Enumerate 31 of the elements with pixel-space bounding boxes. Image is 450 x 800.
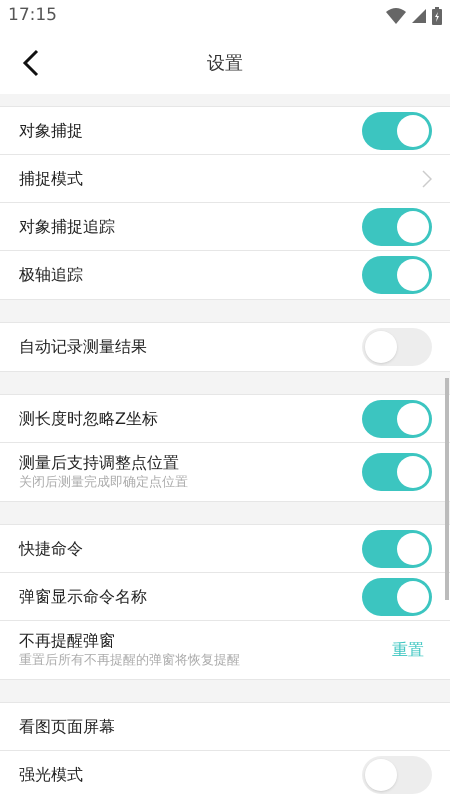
- reset-button[interactable]: 重置: [392, 638, 424, 662]
- setting-label: 看图页面屏幕: [19, 716, 115, 738]
- toggle-switch[interactable]: [362, 328, 432, 366]
- setting-label: 不再提醒弹窗: [19, 630, 116, 652]
- toggle-switch[interactable]: [362, 530, 432, 568]
- setting-label: 强光模式: [19, 764, 83, 786]
- setting-label: 快捷命令: [19, 538, 83, 560]
- toggle-switch[interactable]: [362, 578, 432, 616]
- toggle-switch[interactable]: [362, 400, 432, 438]
- wifi-icon: [386, 8, 406, 24]
- toggle-switch[interactable]: [362, 756, 432, 794]
- setting-label: 测长度时忽略Z坐标: [19, 408, 158, 430]
- chevron-icon[interactable]: [422, 170, 432, 188]
- page-title: 设置: [207, 52, 243, 76]
- status-time: 17:15: [8, 4, 57, 28]
- signal-icon: [412, 9, 426, 23]
- setting-label: 自动记录测量结果: [19, 336, 147, 358]
- setting-label: 极轴追踪: [19, 264, 83, 286]
- toggle-switch[interactable]: [362, 112, 432, 150]
- setting-label: 测量后支持调整点位置: [19, 452, 180, 474]
- toggle-switch[interactable]: [362, 256, 432, 294]
- setting-label: 弹窗显示命令名称: [19, 586, 147, 608]
- setting-description: 重置后所有不再提醒的弹窗将恢复提醒: [19, 652, 240, 670]
- setting-label: 捕捉模式: [19, 168, 83, 190]
- setting-label: 对象捕捉追踪: [19, 216, 115, 238]
- toggle-switch[interactable]: [362, 208, 432, 246]
- battery-icon: [432, 7, 442, 25]
- setting-description: 关闭后测量完成即确定点位置: [19, 474, 188, 492]
- back-icon: [22, 49, 40, 77]
- toggle-switch[interactable]: [362, 453, 432, 491]
- setting-label: 对象捕捉: [19, 120, 83, 142]
